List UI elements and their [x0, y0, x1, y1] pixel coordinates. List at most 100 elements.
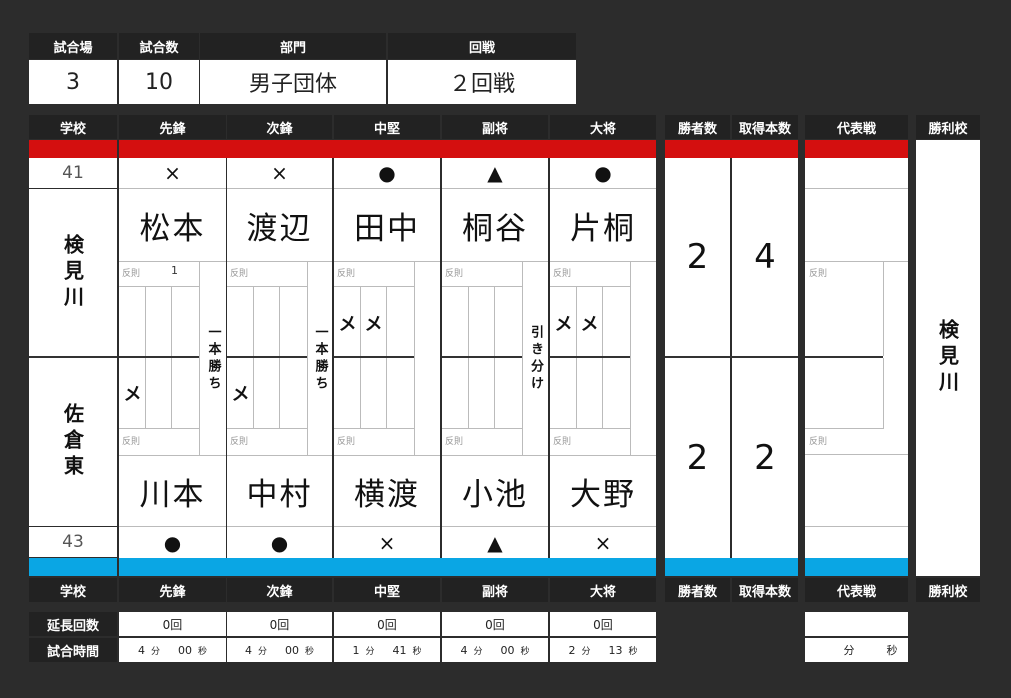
team-b-school[interactable]: 佐倉東: [29, 358, 117, 526]
bout-senpo[interactable]: × 松本 反則 1 メ反則 一本勝ち 川本 ●: [119, 158, 226, 558]
time-senpo[interactable]: 4 分 00 秒: [119, 638, 226, 662]
team-b-waza-fukusho-3[interactable]: [495, 378, 520, 408]
team-b-waza-senpo-2[interactable]: [146, 378, 171, 408]
team-a-foul-label-taisho: 反則: [553, 269, 572, 279]
team-a-waza-chuken-1[interactable]: メ: [335, 308, 360, 338]
result-fukusho[interactable]: 引き分け: [523, 262, 548, 456]
team-a-player-taisho[interactable]: 片桐: [550, 189, 656, 261]
team-b-waza-taisho-2[interactable]: [577, 378, 602, 408]
team-b-waza-taisho-3[interactable]: [603, 378, 628, 408]
extension-senpo[interactable]: 0回: [119, 612, 226, 636]
bout-jiho[interactable]: × 渡辺 反則メ反則 一本勝ち 中村 ●: [227, 158, 332, 558]
team-b-waza-senpo-1[interactable]: メ: [120, 378, 145, 408]
extension-taisho[interactable]: 0回: [550, 612, 656, 636]
sec-unit: 秒: [305, 646, 315, 657]
team-a-waza-taisho-1[interactable]: メ: [551, 308, 576, 338]
team-b-waza-chuken-2[interactable]: [361, 378, 386, 408]
round-value[interactable]: ２回戦: [388, 60, 576, 104]
team-a-waza-taisho-3[interactable]: [603, 308, 628, 338]
team-b-foul-label-senpo: 反則: [122, 437, 141, 447]
team-a-waza-jiho-2[interactable]: [254, 308, 279, 338]
team-b-waza-jiho-2[interactable]: [254, 378, 279, 408]
result-chuken[interactable]: [415, 262, 440, 456]
team-a-waza-senpo-1[interactable]: [120, 308, 145, 338]
extension-chuken[interactable]: 0回: [334, 612, 440, 636]
division-value[interactable]: 男子団体: [200, 60, 386, 104]
team-a-player-chuken[interactable]: 田中: [334, 189, 440, 261]
time-jiho[interactable]: 4 分 00 秒: [227, 638, 332, 662]
result-text-jiho: 一本勝ち: [312, 325, 328, 393]
result-jiho[interactable]: 一本勝ち: [308, 262, 332, 456]
venue-value[interactable]: 3: [29, 60, 117, 104]
team-a-player-jiho[interactable]: 渡辺: [227, 189, 332, 261]
team-b-color-bar: [665, 558, 798, 576]
team-a-waza-jiho-1[interactable]: [228, 308, 253, 338]
team-b-player-jiho[interactable]: 中村: [227, 456, 332, 526]
footer-header-winner: 勝利校: [916, 578, 980, 602]
team-a-foul-label-chuken: 反則: [337, 269, 356, 279]
team-b-waza-fukusho-1[interactable]: [443, 378, 468, 408]
playoff-time[interactable]: 分 秒: [805, 638, 908, 662]
team-b-player-senpo[interactable]: 川本: [119, 456, 226, 526]
time-label: 試合時間: [29, 638, 117, 662]
winner-school[interactable]: 検見川: [916, 140, 980, 576]
team-a-waza-fukusho-2[interactable]: [469, 308, 494, 338]
time-chuken[interactable]: 1 分 41 秒: [334, 638, 440, 662]
team-b-waza-jiho-3[interactable]: [280, 378, 305, 408]
footer-header-wins: 勝者数: [665, 578, 730, 602]
min-unit: 分: [843, 644, 855, 657]
result-taisho[interactable]: [631, 262, 656, 456]
team-b-waza-chuken-1[interactable]: [335, 378, 360, 408]
time-taisho[interactable]: 2 分 13 秒: [550, 638, 656, 662]
team-a-waza-taisho-2[interactable]: メ: [577, 308, 602, 338]
time-min-senpo: 4: [137, 643, 145, 657]
team-b-waza-senpo-3[interactable]: [172, 378, 197, 408]
team-b-waza-jiho-1[interactable]: メ: [228, 378, 253, 408]
header-match-no: 試合数: [119, 33, 199, 59]
team-a-points[interactable]: 4: [732, 158, 798, 356]
time-fukusho[interactable]: 4 分 00 秒: [442, 638, 548, 662]
divider: [805, 356, 883, 358]
team-a-player-senpo[interactable]: 松本: [119, 189, 226, 261]
result-senpo[interactable]: 一本勝ち: [200, 262, 226, 456]
team-a-waza-fukusho-3[interactable]: [495, 308, 520, 338]
team-b-waza-chuken-3[interactable]: [387, 378, 412, 408]
team-b-player-chuken[interactable]: 横渡: [334, 456, 440, 526]
team-a-waza-chuken-3[interactable]: [387, 308, 412, 338]
team-a-mark-fukusho: ▲: [442, 158, 548, 188]
bout-taisho[interactable]: ● 片桐 反則メメ反則 大野 ×: [550, 158, 656, 558]
team-a-score[interactable]: 41: [29, 158, 117, 188]
extension-fukusho[interactable]: 0回: [442, 612, 548, 636]
header-fukusho: 副将: [442, 115, 548, 139]
team-a-waza-senpo-3[interactable]: [172, 308, 197, 338]
team-b-player-fukusho[interactable]: 小池: [442, 456, 548, 526]
team-b-waza-fukusho-2[interactable]: [469, 378, 494, 408]
team-a-foul-label-jiho: 反則: [230, 269, 249, 279]
team-a-school[interactable]: 検見川: [29, 189, 117, 356]
team-a-wins[interactable]: 2: [665, 158, 730, 356]
bout-chuken[interactable]: ● 田中 反則メメ反則 横渡 ×: [334, 158, 440, 558]
team-b-mark-jiho: ●: [227, 527, 332, 558]
footer-header-jiho: 次鋒: [227, 578, 332, 602]
team-a-waza-senpo-2[interactable]: [146, 308, 171, 338]
team-b-wins[interactable]: 2: [665, 358, 730, 558]
extension-label: 延長回数: [29, 612, 117, 636]
team-b-waza-taisho-1[interactable]: [551, 378, 576, 408]
extension-jiho[interactable]: 0回: [227, 612, 332, 636]
team-a-waza-jiho-3[interactable]: [280, 308, 305, 338]
team-a-color-bar: [29, 140, 117, 158]
playoff-panel[interactable]: 反則 反則: [805, 158, 908, 558]
match-no-value[interactable]: 10: [119, 60, 199, 104]
team-a-mark-jiho: ×: [227, 158, 332, 188]
team-b-points[interactable]: 2: [732, 358, 798, 558]
bout-fukusho[interactable]: ▲ 桐谷 反則 反則 引き分け 小池 ▲: [442, 158, 548, 558]
team-a-waza-fukusho-1[interactable]: [443, 308, 468, 338]
result-text-fukusho: 引き分け: [528, 325, 543, 393]
team-a-player-fukusho[interactable]: 桐谷: [442, 189, 548, 261]
time-min-fukusho: 4: [460, 643, 468, 657]
team-b-score[interactable]: 43: [29, 527, 117, 557]
grid-line: [334, 286, 414, 287]
team-a-waza-chuken-2[interactable]: メ: [361, 308, 386, 338]
team-b-player-taisho[interactable]: 大野: [550, 456, 656, 526]
playoff-extension[interactable]: [805, 612, 908, 636]
